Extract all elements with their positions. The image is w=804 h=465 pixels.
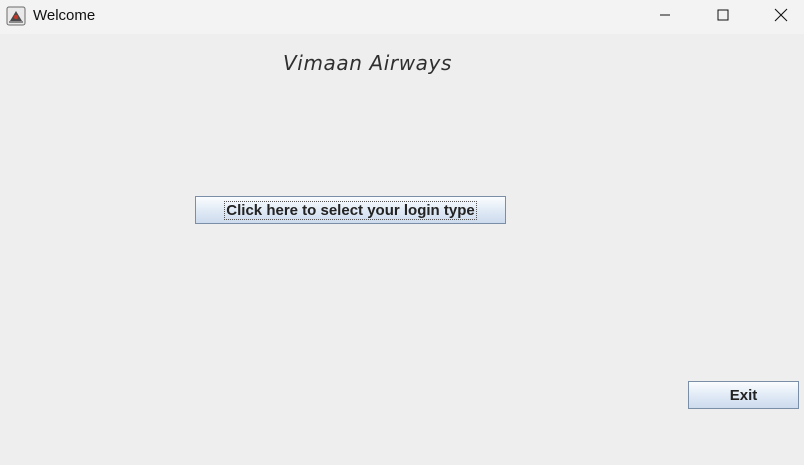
minimize-button[interactable] [636, 0, 694, 34]
login-button-label: Click here to select your login type [224, 200, 477, 220]
brand-heading: Vimaan Airways [283, 51, 452, 75]
minimize-icon [659, 8, 671, 26]
select-login-type-button[interactable]: Click here to select your login type [195, 196, 506, 224]
close-icon [774, 8, 788, 27]
exit-button[interactable]: Exit [688, 381, 799, 409]
welcome-window: Welcome Vimaan Airways Click here to sel… [0, 0, 804, 465]
maximize-icon [717, 8, 729, 26]
title-bar[interactable]: Welcome [0, 0, 804, 34]
java-app-icon [6, 6, 26, 26]
close-button[interactable] [752, 0, 804, 34]
window-title: Welcome [33, 7, 96, 24]
exit-button-label: Exit [729, 386, 758, 404]
maximize-button[interactable] [694, 0, 752, 34]
